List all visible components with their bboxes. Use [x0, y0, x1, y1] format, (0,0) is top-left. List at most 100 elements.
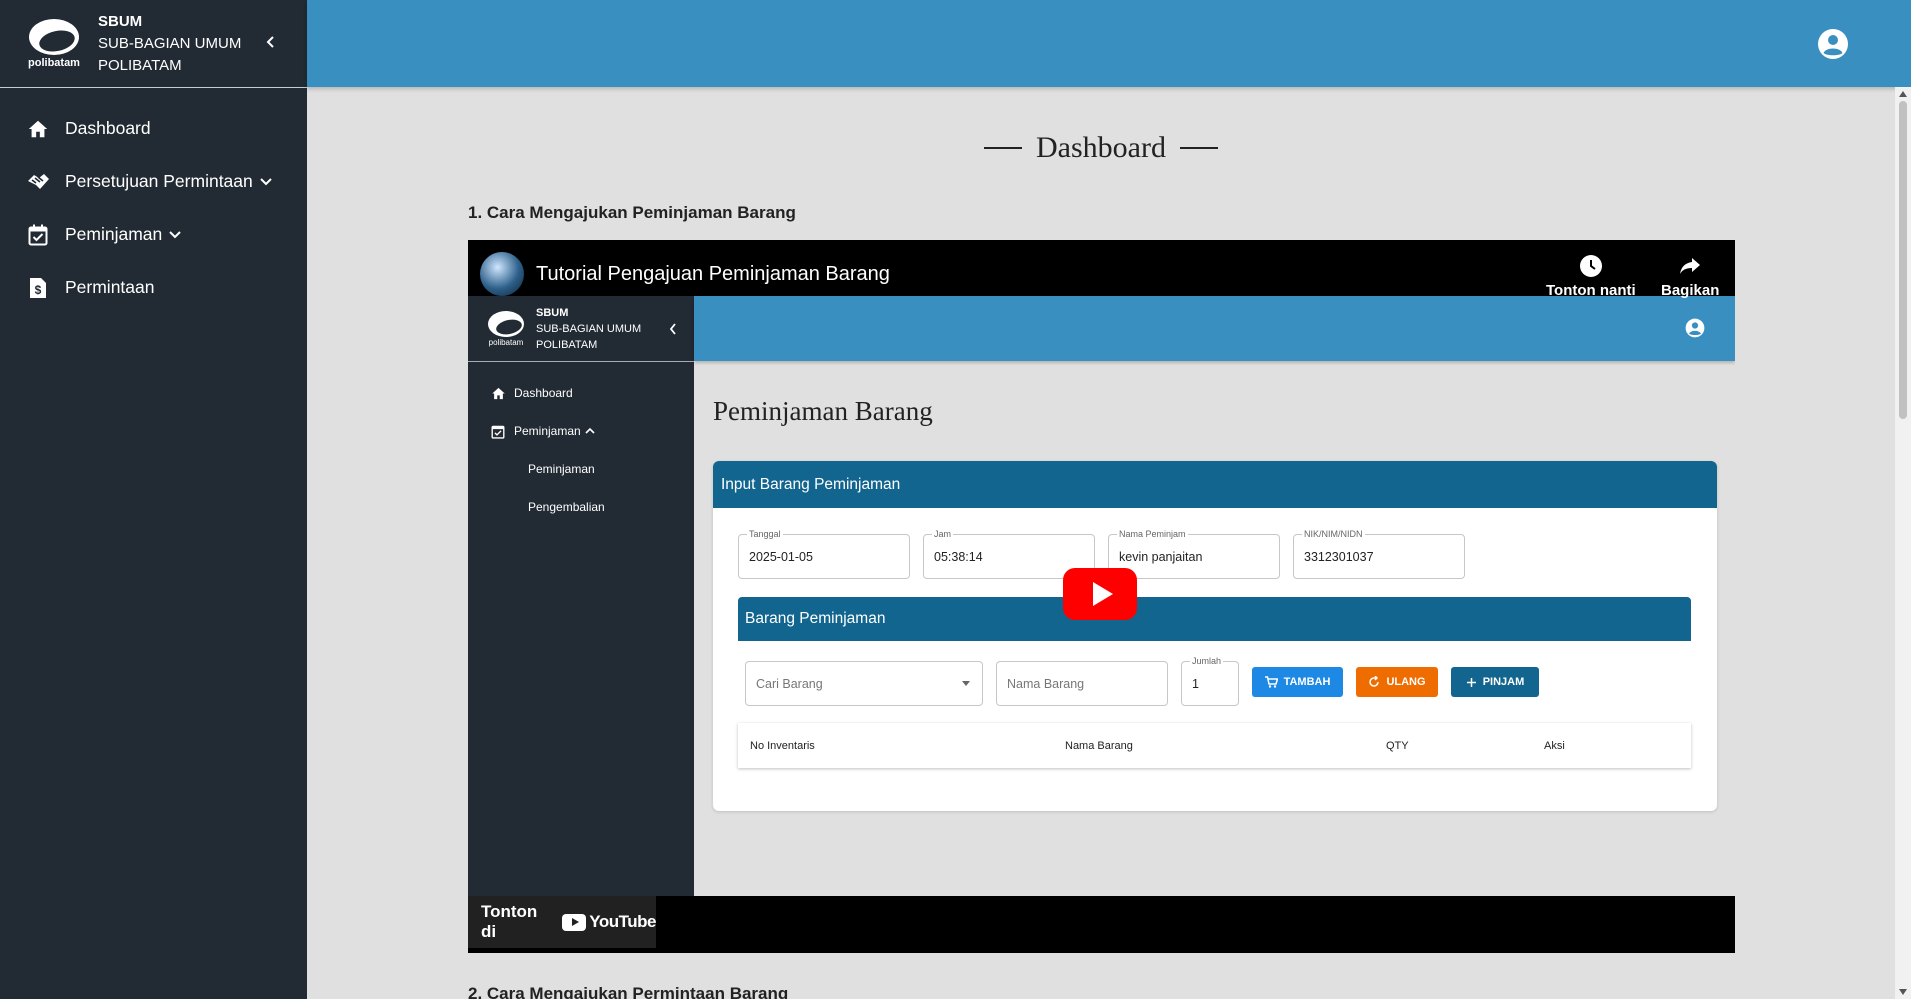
- sidebar-item-permintaan[interactable]: $ Permintaan: [0, 261, 307, 314]
- youtube-logo-icon: YouTube: [562, 912, 656, 932]
- handshake-icon: [26, 170, 50, 194]
- field-value: 2025-01-05: [749, 550, 813, 564]
- field-label: Nama Peminjam: [1117, 529, 1188, 539]
- video-app-brand: polibatam SBUM SUB-BAGIAN UMUM POLIBATAM: [468, 296, 694, 362]
- watch-later-button[interactable]: Tonton nanti: [1546, 254, 1636, 299]
- section-title-2: 2. Cara Mengajukan Permintaan Barang: [468, 984, 789, 999]
- collapse-sidebar-button[interactable]: [259, 30, 283, 54]
- brand-subtitle-1: SUB-BAGIAN UMUM: [98, 34, 242, 52]
- video-nav-peminjaman: Peminjaman: [468, 412, 694, 450]
- calendar-check-icon: [26, 223, 50, 247]
- channel-avatar[interactable]: [480, 252, 524, 296]
- video-title-bar: Tutorial Pengajuan Peminjaman Barang Ton…: [468, 240, 1735, 299]
- video-subnav-pengembalian: Pengembalian: [528, 500, 605, 514]
- video-nav-label: Dashboard: [514, 386, 573, 400]
- sidebar-item-persetujuan-permintaan[interactable]: Persetujuan Permintaan: [0, 155, 307, 208]
- share-label: Bagikan: [1661, 282, 1720, 299]
- video-ulang-button: ULANG: [1356, 667, 1438, 697]
- video-field-tanggal: Tanggal 2025-01-05: [738, 529, 910, 579]
- refresh-icon: [1368, 676, 1380, 688]
- video-subsection-title: Barang Peminjaman: [738, 597, 1691, 641]
- video-brand-subtitle-2: POLIBATAM: [536, 338, 598, 351]
- youtube-video-embed[interactable]: polibatam SBUM SUB-BAGIAN UMUM POLIBATAM…: [468, 240, 1735, 953]
- polibatam-logo: polibatam: [24, 14, 84, 74]
- watch-on-youtube-button[interactable]: Tonton di YouTube: [468, 896, 656, 948]
- share-arrow-icon: [1661, 254, 1719, 278]
- chevron-left-icon: [266, 36, 274, 48]
- main-content: Dashboard 1. Cara Mengajukan Peminjaman …: [307, 87, 1895, 999]
- brand-subtitle-2: POLIBATAM: [98, 56, 182, 74]
- video-subnav-peminjaman: Peminjaman: [528, 462, 595, 476]
- play-icon: [1092, 582, 1113, 606]
- cart-icon: [1264, 676, 1278, 688]
- chevron-down-icon: [259, 177, 273, 187]
- video-input-card: Input Barang Peminjaman Tanggal 2025-01-…: [713, 461, 1717, 811]
- video-polibatam-logo: polibatam: [488, 310, 524, 347]
- video-card-title: Input Barang Peminjaman: [713, 461, 1717, 508]
- field-label: Jam: [932, 529, 954, 539]
- home-icon: [26, 117, 50, 141]
- watch-on-label: Tonton di: [481, 902, 538, 941]
- dropdown-arrow-icon: [962, 681, 970, 686]
- play-button[interactable]: [1063, 568, 1137, 620]
- video-page-heading: Peminjaman Barang: [713, 396, 933, 426]
- title-rule-right: [1179, 147, 1218, 149]
- video-brand-subtitle-1: SUB-BAGIAN UMUM: [536, 322, 642, 335]
- chevron-down-icon: [168, 230, 182, 240]
- video-field-nik: NIK/NIM/NIDN 3312301037: [1293, 529, 1465, 579]
- video-brand-title: SBUM: [536, 306, 569, 319]
- video-table-header: No Inventaris Nama Barang QTY Aksi: [738, 723, 1691, 768]
- section-title-1: 1. Cara Mengajukan Peminjaman Barang: [468, 203, 796, 222]
- title-rule-left: [984, 147, 1023, 149]
- button-label: TAMBAH: [1283, 676, 1331, 688]
- scroll-up-arrow-icon[interactable]: [1899, 91, 1907, 97]
- share-button[interactable]: Bagikan: [1661, 254, 1719, 299]
- watch-later-label: Tonton nanti: [1546, 282, 1636, 299]
- brand-title: SBUM: [98, 12, 143, 30]
- video-nama-barang-field: Nama Barang: [996, 661, 1168, 706]
- account-circle-icon: [1685, 318, 1705, 343]
- field-label: Jumlah: [1190, 656, 1224, 666]
- video-brand-titles: SBUM SUB-BAGIAN UMUM POLIBATAM: [536, 305, 641, 353]
- sidebar-nav: Dashboard Persetujuan Permintaan Peminja…: [0, 88, 307, 314]
- field-placeholder: Nama Barang: [1007, 677, 1085, 691]
- chevron-left-icon: [668, 322, 678, 340]
- account-button[interactable]: [1817, 28, 1849, 60]
- plus-icon: [1466, 677, 1477, 688]
- field-label: NIK/NIM/NIDN: [1302, 529, 1365, 539]
- sidebar-item-label: Persetujuan Permintaan: [65, 171, 253, 191]
- table-header-cell: No Inventaris: [750, 740, 815, 752]
- page-title: Dashboard: [307, 131, 1895, 165]
- scroll-down-arrow-icon[interactable]: [1899, 989, 1907, 995]
- video-tambah-button: TAMBAH: [1252, 667, 1343, 697]
- top-app-bar: [307, 0, 1911, 87]
- svg-text:$: $: [35, 283, 42, 297]
- sidebar-item-label: Dashboard: [65, 118, 151, 138]
- sidebar-item-label: Peminjaman: [65, 224, 163, 244]
- home-icon: [490, 385, 506, 401]
- video-app-sidebar: polibatam SBUM SUB-BAGIAN UMUM POLIBATAM…: [468, 296, 694, 896]
- sidebar-item-label: Permintaan: [65, 277, 155, 297]
- scrollbar-thumb[interactable]: [1899, 101, 1907, 419]
- page-scrollbar[interactable]: [1895, 87, 1911, 999]
- calendar-check-icon: [490, 423, 506, 439]
- video-nav-label: Peminjaman: [514, 424, 581, 438]
- video-nav-dashboard: Dashboard: [468, 374, 694, 412]
- field-value: 05:38:14: [934, 550, 983, 564]
- video-title[interactable]: Tutorial Pengajuan Peminjaman Barang: [536, 263, 890, 286]
- button-label: ULANG: [1386, 676, 1426, 688]
- field-value: 1: [1192, 677, 1199, 691]
- clock-icon: [1546, 254, 1636, 278]
- sidebar-brand: polibatam SBUM SUB-BAGIAN UMUM POLIBATAM: [0, 0, 307, 88]
- sidebar: polibatam SBUM SUB-BAGIAN UMUM POLIBATAM…: [0, 0, 307, 999]
- button-label: PINJAM: [1482, 676, 1525, 688]
- file-dollar-icon: $: [26, 276, 50, 300]
- sidebar-item-dashboard[interactable]: Dashboard: [0, 102, 307, 155]
- field-value: kevin panjaitan: [1119, 550, 1203, 564]
- page-title-text: Dashboard: [1036, 131, 1166, 164]
- chevron-up-icon: [585, 427, 595, 435]
- table-header-cell: Nama Barang: [1065, 740, 1133, 752]
- sidebar-item-peminjaman[interactable]: Peminjaman: [0, 208, 307, 261]
- account-circle-icon: [1818, 29, 1848, 59]
- field-value: 3312301037: [1304, 550, 1374, 564]
